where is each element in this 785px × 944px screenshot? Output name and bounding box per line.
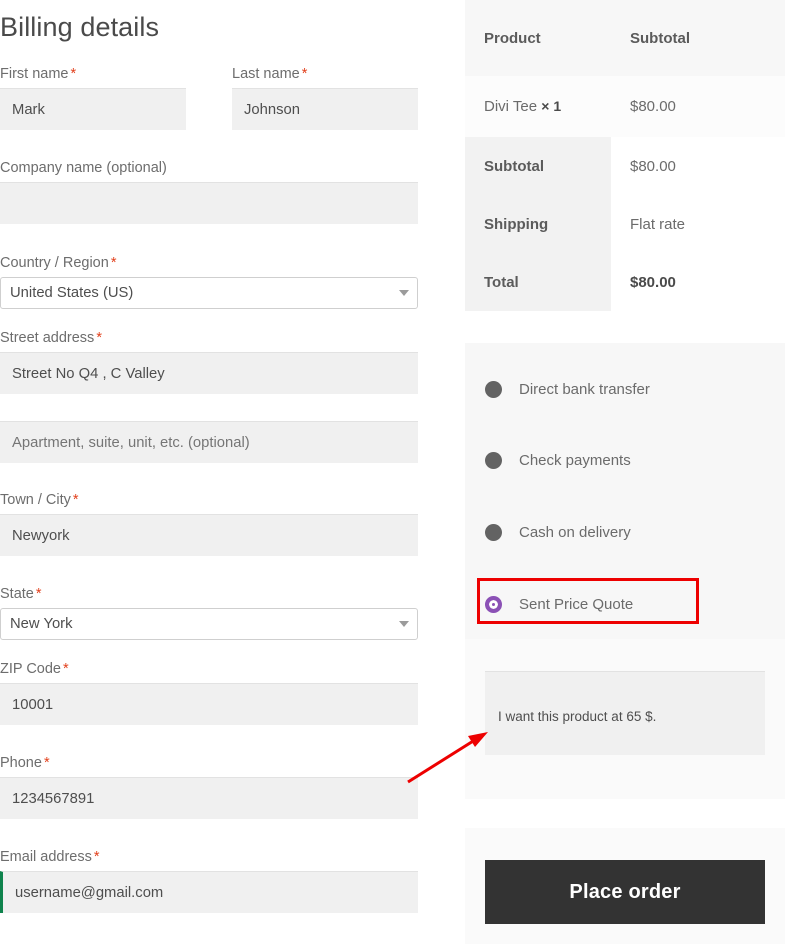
radio-unselected-icon[interactable] [485,523,502,541]
required-asterisk: * [43,755,50,771]
payment-method-sent-price-quote[interactable]: Sent Price Quote [465,584,785,624]
column-header-product: Product [465,0,611,76]
required-asterisk: * [110,255,117,271]
place-order-button[interactable]: Place order [485,860,765,924]
email-address-label: Email address * [0,849,100,865]
radio-unselected-icon[interactable] [485,451,502,469]
zip-code-input[interactable] [0,683,418,725]
field-phone: Phone * [0,755,418,819]
page-title: Billing details [0,12,160,42]
field-street-address: Street address * [0,330,418,394]
table-row-total: Total $80.00 [465,253,785,311]
order-item-price: $80.00 [611,76,785,137]
payment-method-direct-bank-transfer[interactable]: Direct bank transfer [465,369,785,409]
table-row: Divi Tee × 1 $80.00 [465,76,785,137]
required-asterisk: * [63,661,69,677]
first-name-input[interactable] [0,88,186,130]
field-first-name: First name * [0,66,186,130]
field-email-address: Email address * [0,849,418,913]
town-city-label: Town / City * [0,492,79,508]
price-quote-note-input[interactable] [485,671,765,755]
country-region-label: Country / Region * [0,255,117,271]
field-town-city: Town / City * [0,492,418,556]
street-address-label: Street address * [0,330,102,346]
subtotal-value: $80.00 [611,137,785,195]
payment-method-check-payments[interactable]: Check payments [465,440,785,480]
company-name-input[interactable] [0,182,418,224]
field-zip-code: ZIP Code * [0,661,418,725]
required-asterisk: * [93,849,100,865]
order-item-name-cell: Divi Tee × 1 [465,76,611,137]
shipping-label: Shipping [465,195,611,253]
state-label: State * [0,586,42,602]
chevron-down-icon [399,621,409,627]
billing-details-section: Billing details First name* Last name* C… [0,0,418,944]
radio-unselected-icon[interactable] [485,380,502,398]
field-address-line-2 [0,421,418,463]
required-asterisk: * [96,330,102,346]
payment-method-label: Check payments [519,451,631,469]
required-asterisk: * [70,66,77,82]
town-city-input[interactable] [0,514,418,556]
required-asterisk: * [301,66,308,82]
field-last-name: Last name * [232,66,418,130]
payment-method-label: Sent Price Quote [519,595,634,613]
required-asterisk: * [35,586,42,602]
field-company-name: Company name (optional) [0,160,418,224]
total-value: $80.00 [611,253,785,311]
shipping-value: Flat rate [611,195,785,253]
state-select[interactable]: New York [0,608,418,640]
table-row-subtotal: Subtotal $80.00 [465,137,785,195]
phone-input[interactable] [0,777,418,819]
first-name-label: First name * [0,66,77,82]
payment-methods-panel: Direct bank transfer Check payments Cash… [465,343,785,639]
radio-selected-icon[interactable] [485,595,502,613]
table-row-shipping: Shipping Flat rate [465,195,785,253]
payment-method-label: Direct bank transfer [519,380,650,398]
street-address-input[interactable] [0,352,418,394]
company-name-label: Company name (optional) [0,160,167,176]
place-order-panel: Place order [465,828,785,944]
column-header-subtotal: Subtotal [611,0,785,76]
order-item-name: Divi Tee [484,98,538,115]
state-value: New York [0,608,418,640]
required-asterisk: * [72,492,79,508]
field-state: State * New York [0,586,418,640]
order-review-table: Product Subtotal Divi Tee × 1 $80.00 Sub… [465,0,785,311]
country-region-value: United States (US) [0,277,418,309]
price-quote-note-panel [465,639,785,799]
address-line-2-input[interactable] [0,421,418,463]
email-address-input[interactable] [0,871,418,913]
payment-method-label: Cash on delivery [519,523,631,541]
order-item-quantity: × 1 [541,98,562,114]
chevron-down-icon [399,290,409,296]
table-header-row: Product Subtotal [465,0,785,76]
subtotal-label: Subtotal [465,137,611,195]
field-country-region: Country / Region * United States (US) [0,255,418,309]
zip-code-label: ZIP Code * [0,661,69,677]
last-name-input[interactable] [232,88,418,130]
phone-label: Phone * [0,755,50,771]
payment-method-cash-on-delivery[interactable]: Cash on delivery [465,512,785,552]
country-region-select[interactable]: United States (US) [0,277,418,309]
last-name-label: Last name * [232,66,308,82]
total-label: Total [465,253,611,311]
